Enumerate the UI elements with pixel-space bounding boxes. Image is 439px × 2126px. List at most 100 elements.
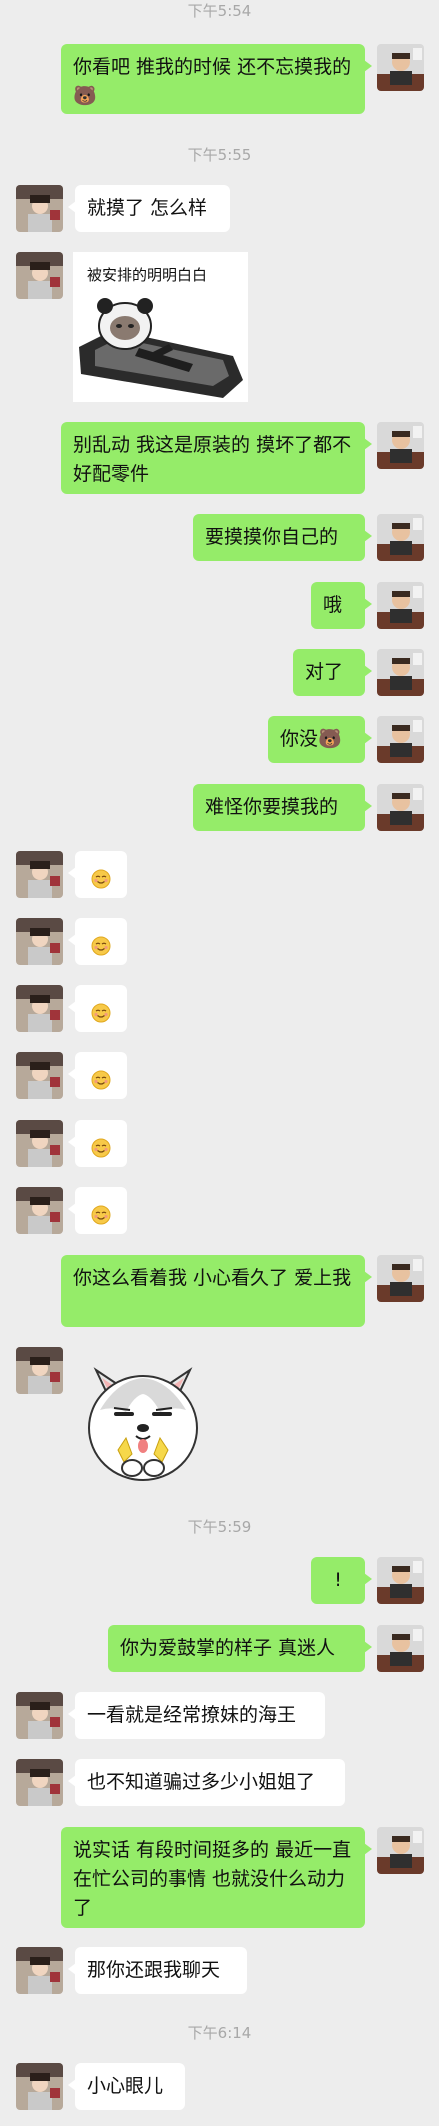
message-text: 那你还跟我聊天 xyxy=(87,1959,221,1981)
chat-window: 下午5:54 下午5:55 下午5:59 下午6:14 你看吧 推我的时候 还不… xyxy=(0,0,439,2126)
husky-drawing xyxy=(88,1367,198,1481)
panda-coffin-drawing xyxy=(79,298,243,398)
my-avatar[interactable] xyxy=(377,44,424,91)
avatar-image xyxy=(377,649,424,696)
message-text: ! xyxy=(334,1569,342,1591)
shy-smile-emoji xyxy=(91,1070,111,1089)
message-bubble-incoming[interactable]: 那你还跟我聊天 xyxy=(68,1947,247,1994)
avatar-image xyxy=(377,44,424,91)
my-avatar[interactable] xyxy=(377,1827,424,1874)
message-bubble-outgoing[interactable]: 你这么看着我 小心看久了 爱上我 xyxy=(61,1255,372,1327)
message-bubble-outgoing[interactable]: 哦 xyxy=(311,582,372,629)
message-bubble-outgoing[interactable]: 说实话 有段时间挺多的 最近一直在忙公司的事情 也就没什么动力了 xyxy=(61,1827,372,1928)
message-text: 对了 xyxy=(305,661,344,683)
message-text: 你这么看着我 小心看久了 爱上我 xyxy=(73,1267,352,1289)
avatar-image xyxy=(16,1120,63,1167)
message-text: 难怪你要摸我的 xyxy=(205,796,339,818)
shy-smile-emoji xyxy=(91,1003,111,1022)
shy-smile-emoji xyxy=(91,936,111,955)
message-text: 别乱动 我这是原装的 摸坏了都不好配零件 xyxy=(73,434,352,485)
contact-avatar[interactable] xyxy=(16,252,63,299)
avatar-image xyxy=(377,1557,424,1604)
message-bubble-incoming[interactable]: 也不知道骗过多少小姐姐了 xyxy=(68,1759,345,1806)
avatar-image xyxy=(16,851,63,898)
message-bubble-outgoing[interactable]: 你没🐻 xyxy=(268,716,372,763)
avatar-image xyxy=(377,1625,424,1672)
contact-avatar[interactable] xyxy=(16,918,63,965)
my-avatar[interactable] xyxy=(377,582,424,629)
shy-smile-emoji xyxy=(91,1205,111,1224)
message-text: 也不知道骗过多少小姐姐了 xyxy=(87,1771,316,1793)
timestamp: 下午6:14 xyxy=(187,2024,252,2042)
message-bubble-outgoing[interactable]: 要摸摸你自己的 xyxy=(193,514,372,561)
my-avatar[interactable] xyxy=(377,1557,424,1604)
panda-meme-coffin-sticker[interactable]: 被安排的明明白白 xyxy=(73,252,248,402)
avatar-image xyxy=(16,1347,63,1394)
contact-avatar[interactable] xyxy=(16,1187,63,1234)
my-avatar[interactable] xyxy=(377,514,424,561)
avatar-image xyxy=(377,422,424,469)
avatar-image xyxy=(16,1052,63,1099)
avatar-image xyxy=(377,716,424,763)
timestamp: 下午5:59 xyxy=(187,1518,252,1536)
avatar-image xyxy=(16,1692,63,1739)
my-avatar[interactable] xyxy=(377,1255,424,1302)
message-bubble-incoming[interactable]: 小心眼儿 xyxy=(68,2063,185,2110)
contact-avatar[interactable] xyxy=(16,985,63,1032)
contact-avatar[interactable] xyxy=(16,851,63,898)
avatar-image xyxy=(16,252,63,299)
my-avatar[interactable] xyxy=(377,1625,424,1672)
my-avatar[interactable] xyxy=(377,716,424,763)
contact-avatar[interactable] xyxy=(16,1692,63,1739)
shy-smile-emoji xyxy=(91,869,111,888)
message-text: 就摸了 怎么样 xyxy=(87,197,208,219)
message-bubble-incoming[interactable] xyxy=(68,918,127,965)
avatar-image xyxy=(16,2063,63,2110)
message-text: 要摸摸你自己的 xyxy=(205,526,339,548)
message-bubble-incoming[interactable] xyxy=(68,1052,127,1099)
message-text: 你为爱鼓掌的样子 真迷人 xyxy=(120,1637,336,1659)
message-bubble-incoming[interactable]: 一看就是经常撩妹的海王 xyxy=(68,1692,325,1739)
message-bubble-incoming[interactable] xyxy=(68,1120,127,1167)
avatar-image xyxy=(16,1187,63,1234)
message-bubble-outgoing[interactable]: 别乱动 我这是原装的 摸坏了都不好配零件 xyxy=(61,422,372,494)
timestamp: 下午5:55 xyxy=(187,146,252,164)
my-avatar[interactable] xyxy=(377,422,424,469)
message-bubble-outgoing[interactable]: 难怪你要摸我的 xyxy=(193,784,372,831)
message-bubble-outgoing[interactable]: 你为爱鼓掌的样子 真迷人 xyxy=(108,1625,372,1672)
avatar-image xyxy=(16,1947,63,1994)
message-bubble-incoming[interactable]: 就摸了 怎么样 xyxy=(68,185,230,232)
avatar-image xyxy=(16,918,63,965)
avatar-image xyxy=(377,582,424,629)
contact-avatar[interactable] xyxy=(16,1947,63,1994)
message-bubble-outgoing[interactable]: 你看吧 推我的时候 还不忘摸我的🐻 xyxy=(61,44,372,114)
avatar-image xyxy=(377,784,424,831)
message-text: 一看就是经常撩妹的海王 xyxy=(87,1704,297,1726)
shy-smile-emoji xyxy=(91,1138,111,1157)
message-bubble-outgoing[interactable]: ! xyxy=(311,1557,372,1604)
message-bubble-incoming[interactable] xyxy=(68,1187,127,1234)
contact-avatar[interactable] xyxy=(16,185,63,232)
message-bubble-incoming[interactable] xyxy=(68,985,127,1032)
message-text: 你看吧 推我的时候 还不忘摸我的🐻 xyxy=(73,56,352,107)
contact-avatar[interactable] xyxy=(16,1052,63,1099)
avatar-image xyxy=(377,1827,424,1874)
contact-avatar[interactable] xyxy=(16,1120,63,1167)
husky-clapping-sticker[interactable] xyxy=(78,1350,208,1490)
contact-avatar[interactable] xyxy=(16,1759,63,1806)
my-avatar[interactable] xyxy=(377,649,424,696)
avatar-image xyxy=(16,1759,63,1806)
contact-avatar[interactable] xyxy=(16,1347,63,1394)
message-bubble-incoming[interactable] xyxy=(68,851,127,898)
message-bubble-outgoing[interactable]: 对了 xyxy=(293,649,372,696)
contact-avatar[interactable] xyxy=(16,2063,63,2110)
message-text: 小心眼儿 xyxy=(87,2075,164,2097)
message-text: 哦 xyxy=(323,594,343,616)
my-avatar[interactable] xyxy=(377,784,424,831)
timestamp: 下午5:54 xyxy=(187,2,252,20)
avatar-image xyxy=(16,985,63,1032)
message-text: 你没🐻 xyxy=(280,728,342,750)
avatar-image xyxy=(377,1255,424,1302)
avatar-image xyxy=(16,185,63,232)
avatar-image xyxy=(377,514,424,561)
